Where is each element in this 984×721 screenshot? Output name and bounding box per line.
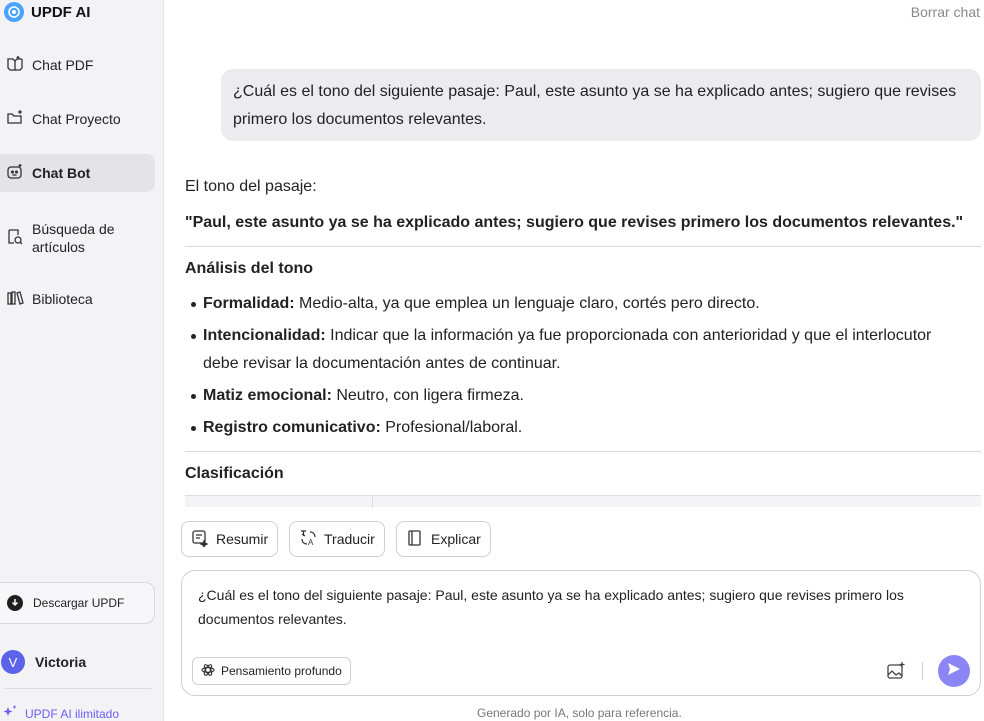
bullet-text: Medio-alta, ya que emplea un lenguaje cl… bbox=[294, 295, 760, 312]
answer-intro: El tono del pasaje: bbox=[185, 178, 317, 195]
folder-plus-icon bbox=[6, 109, 24, 130]
list-item: Intencionalidad: Indicar que la informac… bbox=[185, 322, 965, 378]
user-message-bubble: ¿Cuál es el tono del siguiente pasaje: P… bbox=[221, 69, 981, 141]
updf-logo-icon bbox=[4, 2, 24, 22]
doc-search-icon bbox=[6, 228, 24, 249]
bullet-text: Neutro, con ligera firmeza. bbox=[331, 387, 524, 404]
bot-icon bbox=[6, 163, 24, 184]
classification-heading: Clasificación bbox=[185, 465, 284, 482]
image-upload-icon[interactable] bbox=[886, 661, 906, 686]
explain-button[interactable]: Explicar bbox=[396, 521, 491, 557]
bullet-text: Profesional/laboral. bbox=[380, 419, 523, 436]
send-button[interactable] bbox=[938, 655, 970, 687]
sidebar-item-chat-pdf[interactable]: Chat PDF bbox=[0, 50, 155, 80]
explain-label: Explicar bbox=[431, 531, 481, 547]
sidebar-item-label: Chat Proyecto bbox=[32, 111, 121, 127]
summarize-label: Resumir bbox=[216, 531, 269, 547]
upgrade-unlimited-link[interactable]: UPDF AI ilimitado bbox=[2, 704, 119, 721]
sparkle-icon bbox=[2, 704, 18, 721]
list-item: Registro comunicativo: Profesional/labor… bbox=[185, 414, 965, 442]
translate-label: Traducir bbox=[324, 531, 375, 547]
book-chat-icon bbox=[6, 55, 24, 76]
list-item: Matiz emocional: Neutro, con ligera firm… bbox=[185, 382, 965, 410]
svg-text:A: A bbox=[308, 538, 314, 547]
table-column-divider bbox=[372, 496, 373, 508]
answer-quote: "Paul, este asunto ya se ha explicado an… bbox=[185, 214, 964, 231]
brand-name: UPDF AI bbox=[31, 3, 91, 21]
deep-thinking-label: Pensamiento profundo bbox=[221, 664, 342, 678]
tone-analysis-list: Formalidad: Medio-alta, ya que emplea un… bbox=[185, 290, 965, 446]
atom-icon bbox=[201, 663, 215, 680]
user-name: Victoria bbox=[35, 654, 87, 670]
download-icon bbox=[7, 595, 23, 611]
summarize-button[interactable]: Resumir bbox=[181, 521, 279, 557]
sidebar-item-chat-proyecto[interactable]: Chat Proyecto bbox=[0, 104, 155, 134]
sidebar-divider bbox=[4, 688, 151, 689]
send-icon bbox=[946, 661, 962, 682]
sidebar-item-label: Biblioteca bbox=[32, 291, 93, 307]
summarize-icon bbox=[191, 529, 209, 550]
sidebar-item-label: Chat PDF bbox=[32, 57, 94, 73]
sidebar-item-chat-bot[interactable]: Chat Bot bbox=[0, 154, 155, 192]
composer-separator bbox=[922, 662, 923, 680]
user-profile[interactable]: V Victoria bbox=[1, 650, 86, 674]
classification-table bbox=[185, 495, 981, 508]
sidebar-item-label: Búsqueda de artículos bbox=[32, 221, 115, 255]
unlimited-label: UPDF AI ilimitado bbox=[25, 706, 120, 721]
brand[interactable]: UPDF AI bbox=[4, 0, 90, 24]
clear-chat-button[interactable]: Borrar chat bbox=[911, 4, 980, 20]
analysis-heading: Análisis del tono bbox=[185, 260, 314, 277]
divider bbox=[185, 246, 981, 247]
download-updf-button[interactable]: Descargar UPDF bbox=[0, 582, 155, 624]
list-item: Formalidad: Medio-alta, ya que emplea un… bbox=[185, 290, 965, 318]
library-icon bbox=[6, 289, 24, 310]
bullet-term: Intencionalidad: bbox=[203, 327, 326, 344]
sidebar-item-busqueda-articulos[interactable]: Búsqueda de artículos bbox=[0, 218, 155, 258]
translate-icon: A bbox=[299, 529, 317, 550]
message-input[interactable]: ¿Cuál es el tono del siguiente pasaje: P… bbox=[198, 583, 968, 631]
bullet-term: Matiz emocional: bbox=[203, 387, 332, 404]
translate-button[interactable]: A Traducir bbox=[289, 521, 385, 557]
download-label: Descargar UPDF bbox=[33, 596, 125, 610]
sidebar-item-label: Chat Bot bbox=[32, 165, 91, 181]
book-icon bbox=[406, 529, 424, 550]
avatar: V bbox=[1, 650, 25, 674]
ai-disclaimer: Generado por IA, solo para referencia. bbox=[477, 706, 682, 720]
sidebar-item-biblioteca[interactable]: Biblioteca bbox=[0, 284, 155, 314]
sidebar: UPDF AI Chat PDF Chat Proyecto Chat Bot … bbox=[0, 0, 164, 721]
message-composer[interactable]: ¿Cuál es el tono del siguiente pasaje: P… bbox=[181, 570, 981, 696]
divider bbox=[185, 451, 981, 452]
bullet-term: Formalidad: bbox=[203, 295, 295, 312]
deep-thinking-toggle[interactable]: Pensamiento profundo bbox=[192, 657, 351, 685]
bullet-term: Registro comunicativo: bbox=[203, 419, 381, 436]
